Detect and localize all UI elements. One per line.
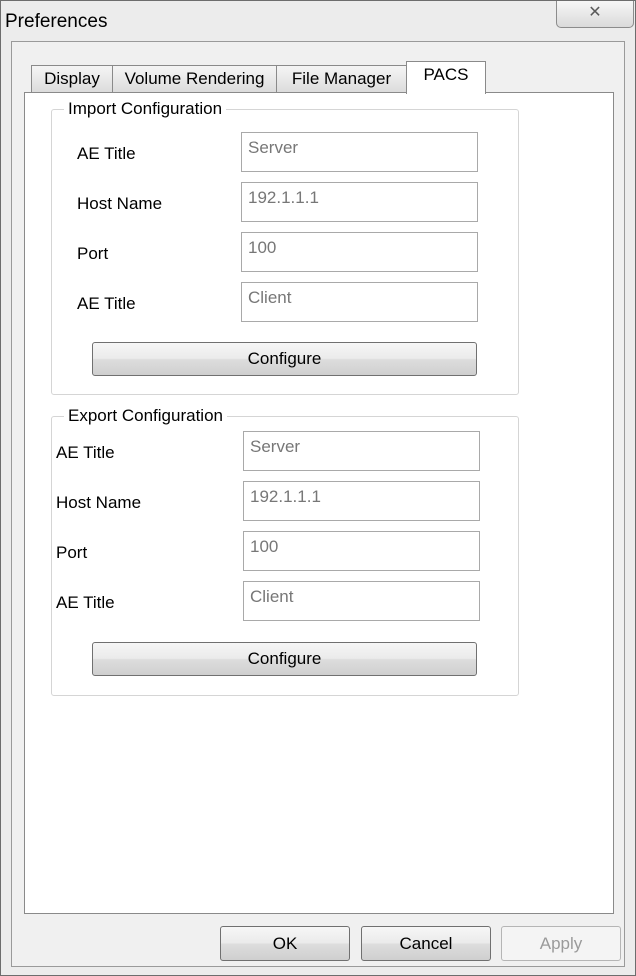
tab-label: Display — [44, 69, 100, 88]
close-icon: ✕ — [588, 4, 602, 21]
import-ae-title-label: AE Title — [77, 144, 136, 163]
export-host-name-input[interactable] — [243, 481, 480, 521]
import-configuration-title: Import Configuration — [64, 100, 227, 118]
export-port-input[interactable] — [243, 531, 480, 571]
import-host-name-input[interactable] — [241, 182, 478, 222]
tab-label: Volume Rendering — [124, 69, 265, 88]
preferences-dialog: Preferences ✕ Display Volume Rendering F… — [0, 0, 636, 976]
pacs-panel: Import Configuration AE Title Host Name … — [24, 92, 614, 914]
window-title: Preferences — [5, 11, 108, 32]
export-ae-title-label: AE Title — [56, 443, 115, 462]
tab-display[interactable]: Display — [31, 65, 113, 92]
import-configuration-group: Import Configuration AE Title Host Name … — [51, 100, 519, 395]
import-ae-title-input[interactable] — [241, 132, 478, 172]
export-ae-title-input[interactable] — [243, 431, 480, 471]
import-configure-button[interactable]: Configure — [92, 342, 477, 376]
apply-button[interactable]: Apply — [501, 926, 621, 961]
tab-label: File Manager — [291, 69, 392, 88]
import-host-name-label: Host Name — [77, 194, 163, 213]
title-bar[interactable]: Preferences ✕ — [1, 1, 635, 41]
export-host-name-label: Host Name — [56, 493, 142, 512]
cancel-button[interactable]: Cancel — [361, 926, 491, 961]
tab-volume-rendering[interactable]: Volume Rendering — [112, 65, 277, 92]
import-port-input[interactable] — [241, 232, 478, 272]
export-configuration-title: Export Configuration — [64, 407, 227, 425]
import-client-ae-title-label: AE Title — [77, 294, 136, 313]
import-port-label: Port — [77, 244, 109, 263]
export-configuration-group: Export Configuration AE Title Host Name … — [51, 407, 519, 696]
export-client-ae-title-input[interactable] — [243, 581, 480, 621]
tab-file-manager[interactable]: File Manager — [276, 65, 407, 92]
tab-strip: Display Volume Rendering File Manager PA… — [31, 61, 631, 94]
export-configure-button[interactable]: Configure — [92, 642, 477, 676]
tab-pacs[interactable]: PACS — [406, 61, 486, 94]
import-client-ae-title-input[interactable] — [241, 282, 478, 322]
ok-button[interactable]: OK — [220, 926, 350, 961]
export-port-label: Port — [56, 543, 88, 562]
export-client-ae-title-label: AE Title — [56, 593, 115, 612]
tab-label: PACS — [423, 65, 469, 84]
close-button[interactable]: ✕ — [556, 1, 634, 28]
